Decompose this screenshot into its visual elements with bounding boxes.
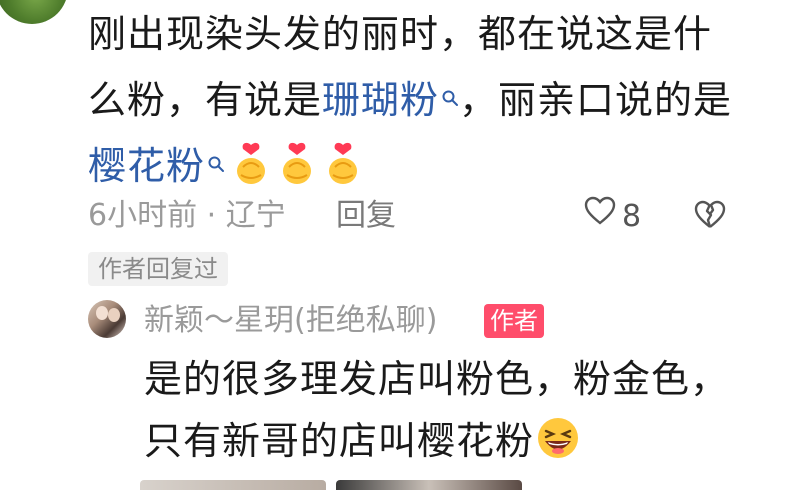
- commenter-avatar[interactable]: [0, 0, 68, 24]
- thumbnail-image[interactable]: [140, 480, 326, 490]
- comment-time-location: 6小时前 · 辽宁: [88, 198, 286, 233]
- hashtag-link-coral-pink[interactable]: 珊瑚粉: [322, 78, 459, 122]
- reply-text-line2: 只有新哥的店叫樱花粉: [144, 419, 535, 463]
- finger-heart-emoji-icon: [231, 141, 271, 185]
- reply-avatar[interactable]: [88, 300, 126, 338]
- finger-heart-emoji-icon: [323, 141, 363, 185]
- search-icon: [441, 64, 459, 106]
- broken-heart-icon: [694, 200, 726, 238]
- thumbnail-image[interactable]: [336, 480, 522, 490]
- hashtag-link-sakura-pink-label: 樱花粉: [88, 144, 206, 188]
- comment-body: 刚出现染头发的丽时，都在说这是什 么粉，有说是珊瑚粉 ，丽亲口说的是 樱花粉: [88, 4, 768, 196]
- comment-meta-row: 6小时前 · 辽宁 回复 8: [88, 196, 768, 236]
- comment-text-part1: 刚出现染头发的丽时，都在说这是什: [88, 12, 713, 56]
- laughing-emoji-icon: [536, 416, 580, 460]
- reply-text-line1: 是的很多理发店叫粉色，粉金色，: [144, 357, 730, 401]
- hashtag-link-sakura-pink[interactable]: 樱花粉: [88, 144, 225, 188]
- dislike-button[interactable]: [694, 200, 726, 241]
- reply-button[interactable]: 回复: [336, 196, 396, 236]
- author-replied-badge: 作者回复过: [88, 252, 228, 286]
- author-tag-badge: 作者: [484, 304, 544, 338]
- comment-text-part2: 么粉，有说是: [88, 78, 323, 122]
- comment-text-part3: ，丽亲口说的是: [459, 78, 733, 122]
- heart-outline-icon: [584, 196, 616, 237]
- search-icon: [207, 130, 225, 172]
- like-count: 8: [622, 198, 642, 234]
- reply-body: 是的很多理发店叫粉色，粉金色， 只有新哥的店叫樱花粉: [144, 348, 774, 472]
- reply-author-name[interactable]: 新颖～星玥(拒绝私聊): [144, 300, 437, 342]
- like-button[interactable]: 8: [584, 196, 641, 237]
- finger-heart-emoji-icon: [277, 141, 317, 185]
- hashtag-link-coral-pink-label: 珊瑚粉: [322, 78, 440, 122]
- image-thumbnails-strip: [140, 480, 540, 490]
